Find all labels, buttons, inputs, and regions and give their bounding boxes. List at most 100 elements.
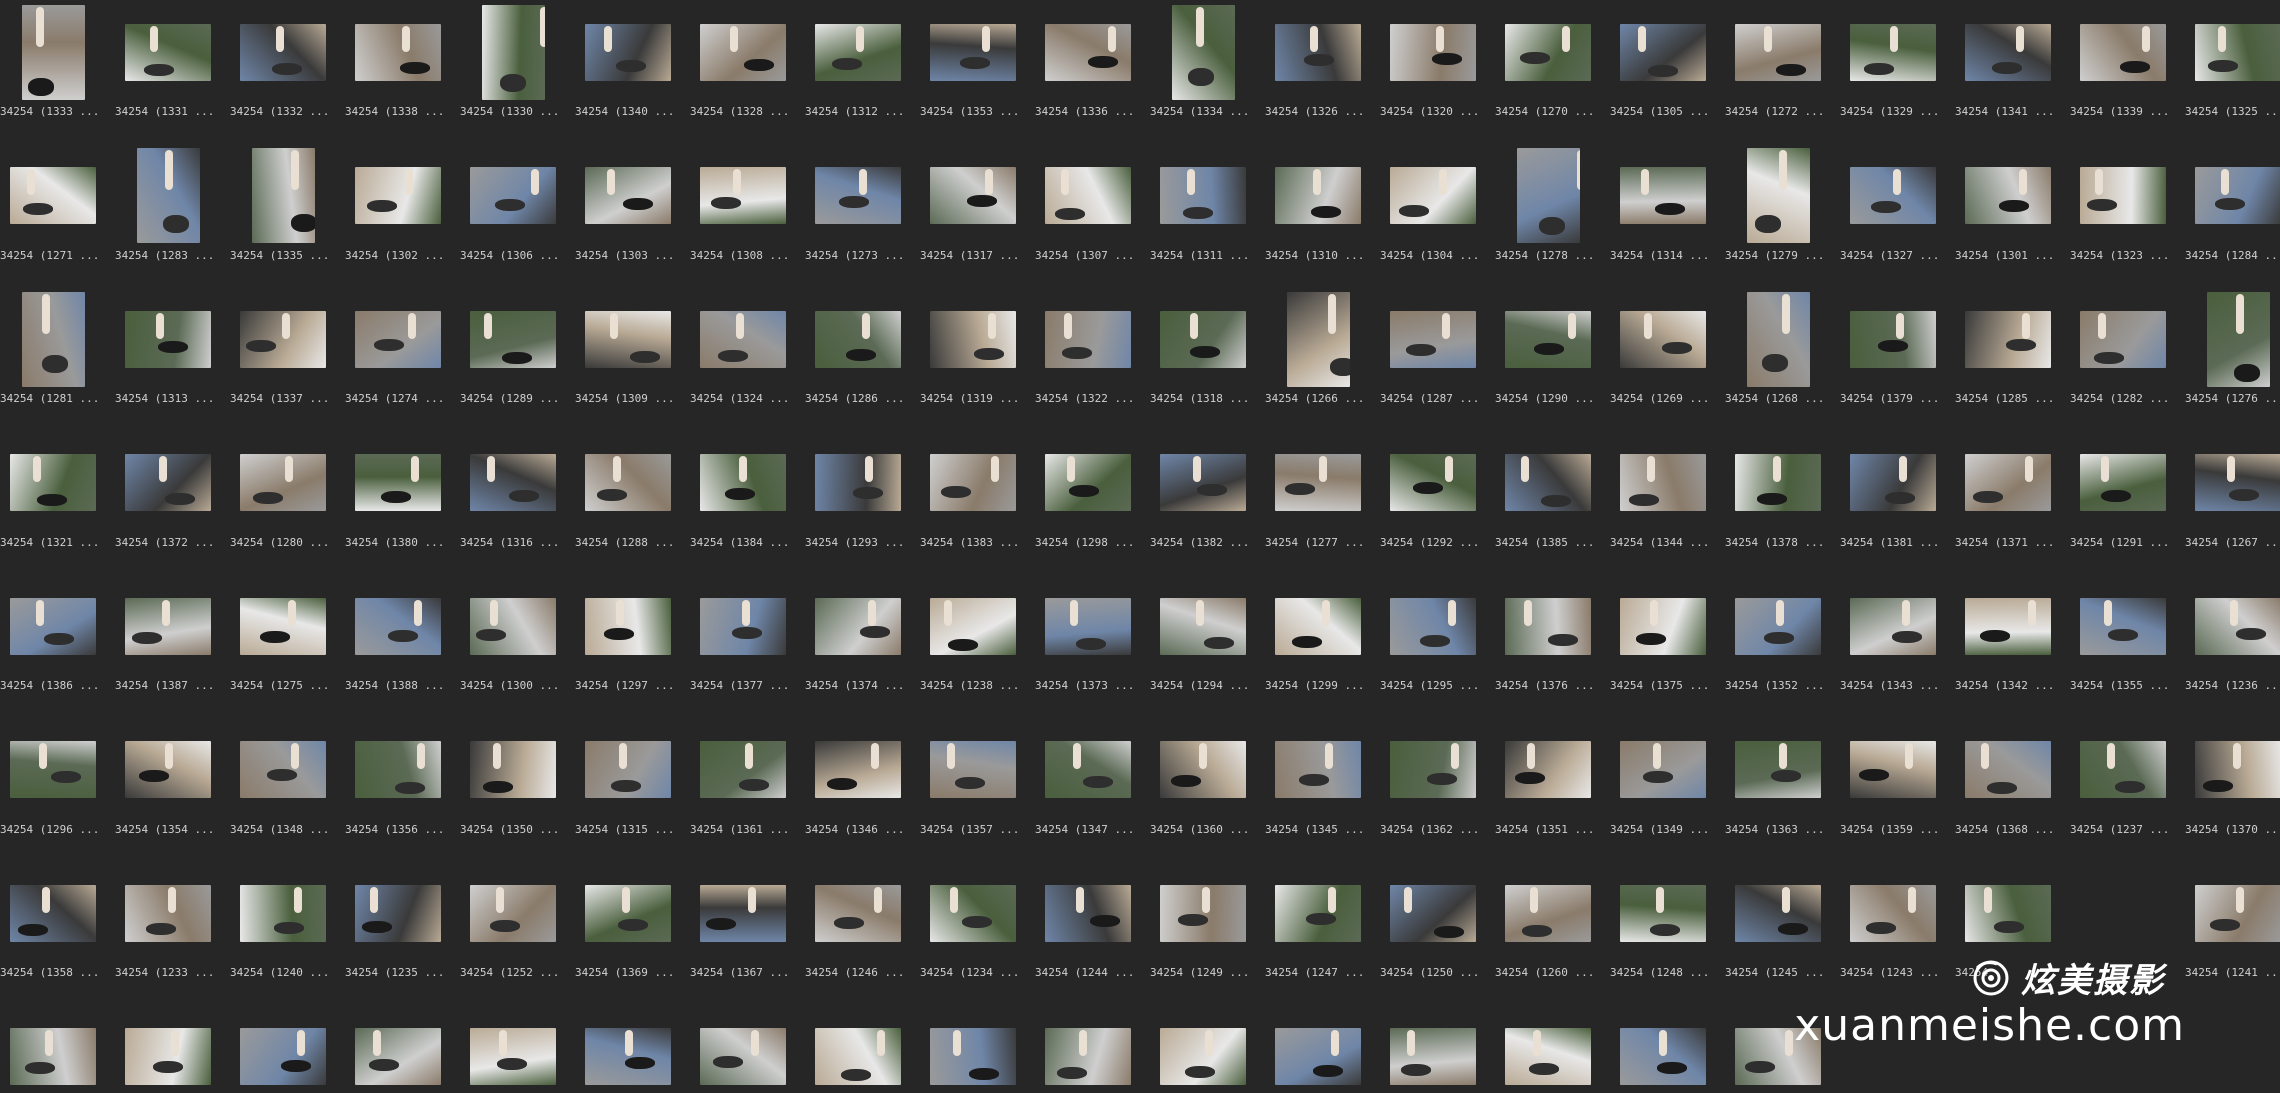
thumbnail-item[interactable] — [1610, 1007, 1716, 1093]
thumbnail-item[interactable]: 34254 (1238 ... — [920, 576, 1026, 706]
thumbnail-item[interactable]: 34254 (1348 ... — [230, 720, 336, 850]
thumbnail-item[interactable] — [1150, 1007, 1256, 1093]
thumbnail-item[interactable]: 34254 (1286 ... — [805, 289, 911, 419]
thumbnail-item[interactable]: 34254 (1385 ... — [1495, 433, 1601, 563]
thumbnail-item[interactable]: 34254 (1234 ... — [920, 863, 1026, 993]
thumbnail-item[interactable]: 34254 (1295 ... — [1380, 576, 1486, 706]
thumbnail-item[interactable]: 34254 (1318 ... — [1150, 289, 1256, 419]
thumbnail-item[interactable]: 34254 (1330 ... — [460, 2, 566, 132]
thumbnail-item[interactable]: 34254 (1249 ... — [1150, 863, 1256, 993]
thumbnail-item[interactable]: 34254 (1302 ... — [345, 146, 451, 276]
thumbnail-item[interactable]: 34254 (1288 ... — [575, 433, 681, 563]
thumbnail-item[interactable]: 34254 (1374 ... — [805, 576, 911, 706]
thumbnail-item[interactable]: 34254 (1266 ... — [1265, 289, 1371, 419]
thumbnail-item[interactable]: 34254 (1325 ... — [2185, 2, 2280, 132]
thumbnail-item[interactable]: 34254 (1235 ... — [345, 863, 451, 993]
thumbnail-item[interactable]: 34254 (1247 ... — [1265, 863, 1371, 993]
thumbnail-item[interactable]: 34254 (1277 ... — [1265, 433, 1371, 563]
thumbnail-item[interactable]: 34254 (1319 ... — [920, 289, 1026, 419]
thumbnail-item[interactable]: 34254 (1344 ... — [1610, 433, 1716, 563]
thumbnail-item[interactable]: 34254 (1386 ... — [0, 576, 106, 706]
thumbnail-item[interactable]: 34254 (1289 ... — [460, 289, 566, 419]
thumbnail-item[interactable]: 34254 (1379 ... — [1840, 289, 1946, 419]
thumbnail-item[interactable]: 34254 (1291 ... — [2070, 433, 2176, 563]
thumbnail-item[interactable]: 34254 (1363 ... — [1725, 720, 1831, 850]
thumbnail-item[interactable]: 34254 (1270 ... — [1495, 2, 1601, 132]
thumbnail-item[interactable]: 34254 (1279 ... — [1725, 146, 1831, 276]
thumbnail-item[interactable]: 34254 (1248 ... — [1610, 863, 1716, 993]
thumbnail-item[interactable]: 34254 (1269 ... — [1610, 289, 1716, 419]
thumbnail-item[interactable]: 34254 — [1955, 863, 2061, 993]
thumbnail-item[interactable] — [2070, 863, 2176, 993]
thumbnail-item[interactable]: 34254 (1245 ... — [1725, 863, 1831, 993]
thumbnail-item[interactable]: 34254 (1298 ... — [1035, 433, 1141, 563]
thumbnail-item[interactable]: 34254 (1339 ... — [2070, 2, 2176, 132]
thumbnail-item[interactable]: 34254 (1301 ... — [1955, 146, 2061, 276]
thumbnail-item[interactable]: 34254 (1338 ... — [345, 2, 451, 132]
thumbnail-item[interactable]: 34254 (1276 ... — [2185, 289, 2280, 419]
thumbnail-item[interactable]: 34254 (1243 ... — [1840, 863, 1946, 993]
thumbnail-item[interactable]: 34254 (1314 ... — [1610, 146, 1716, 276]
thumbnail-item[interactable]: 34254 (1337 ... — [230, 289, 336, 419]
thumbnail-item[interactable]: 34254 (1329 ... — [1840, 2, 1946, 132]
thumbnail-item[interactable]: 34254 (1326 ... — [1265, 2, 1371, 132]
thumbnail-item[interactable]: 34254 (1320 ... — [1380, 2, 1486, 132]
thumbnail-item[interactable]: 34254 (1250 ... — [1380, 863, 1486, 993]
thumbnail-item[interactable]: 34254 (1317 ... — [920, 146, 1026, 276]
thumbnail-item[interactable]: 34254 (1377 ... — [690, 576, 796, 706]
thumbnail-item[interactable]: 34254 (1274 ... — [345, 289, 451, 419]
thumbnail-item[interactable]: 34254 (1312 ... — [805, 2, 911, 132]
thumbnail-item[interactable]: 34254 (1353 ... — [920, 2, 1026, 132]
thumbnail-item[interactable]: 34254 (1290 ... — [1495, 289, 1601, 419]
thumbnail-item[interactable]: 34254 (1293 ... — [805, 433, 911, 563]
thumbnail-item[interactable]: 34254 (1340 ... — [575, 2, 681, 132]
thumbnail-item[interactable]: 34254 (1260 ... — [1495, 863, 1601, 993]
thumbnail-item[interactable]: 34254 (1349 ... — [1610, 720, 1716, 850]
thumbnail-item[interactable] — [115, 1007, 221, 1093]
thumbnail-item[interactable] — [1265, 1007, 1371, 1093]
thumbnail-item[interactable]: 34254 (1252 ... — [460, 863, 566, 993]
thumbnail-item[interactable]: 34254 (1294 ... — [1150, 576, 1256, 706]
thumbnail-item[interactable]: 34254 (1237 ... — [2070, 720, 2176, 850]
thumbnail-item[interactable]: 34254 (1375 ... — [1610, 576, 1716, 706]
thumbnail-item[interactable]: 34254 (1346 ... — [805, 720, 911, 850]
thumbnail-item[interactable]: 34254 (1371 ... — [1955, 433, 2061, 563]
thumbnail-item[interactable]: 34254 (1367 ... — [690, 863, 796, 993]
thumbnail-item[interactable]: 34254 (1381 ... — [1840, 433, 1946, 563]
thumbnail-item[interactable]: 34254 (1272 ... — [1725, 2, 1831, 132]
thumbnail-item[interactable]: 34254 (1357 ... — [920, 720, 1026, 850]
thumbnail-item[interactable]: 34254 (1354 ... — [115, 720, 221, 850]
thumbnail-item[interactable] — [0, 1007, 106, 1093]
thumbnail-item[interactable]: 34254 (1282 ... — [2070, 289, 2176, 419]
thumbnail-item[interactable]: 34254 (1300 ... — [460, 576, 566, 706]
thumbnail-item[interactable]: 34254 (1373 ... — [1035, 576, 1141, 706]
thumbnail-item[interactable]: 34254 (1345 ... — [1265, 720, 1371, 850]
thumbnail-item[interactable]: 34254 (1313 ... — [115, 289, 221, 419]
thumbnail-item[interactable]: 34254 (1271 ... — [0, 146, 106, 276]
thumbnail-item[interactable]: 34254 (1341 ... — [1955, 2, 2061, 132]
thumbnail-item[interactable]: 34254 (1350 ... — [460, 720, 566, 850]
thumbnail-item[interactable]: 34254 (1236 ... — [2185, 576, 2280, 706]
thumbnail-item[interactable]: 34254 (1284 ... — [2185, 146, 2280, 276]
thumbnail-item[interactable]: 34254 (1369 ... — [575, 863, 681, 993]
thumbnail-item[interactable]: 34254 (1273 ... — [805, 146, 911, 276]
thumbnail-item[interactable]: 34254 (1355 ... — [2070, 576, 2176, 706]
thumbnail-item[interactable]: 34254 (1311 ... — [1150, 146, 1256, 276]
thumbnail-item[interactable]: 34254 (1323 ... — [2070, 146, 2176, 276]
thumbnail-item[interactable]: 34254 (1372 ... — [115, 433, 221, 563]
thumbnail-item[interactable]: 34254 (1241 ... — [2185, 863, 2280, 993]
thumbnail-item[interactable]: 34254 (1328 ... — [690, 2, 796, 132]
thumbnail-item[interactable]: 34254 (1351 ... — [1495, 720, 1601, 850]
thumbnail-item[interactable]: 34254 (1332 ... — [230, 2, 336, 132]
thumbnail-item[interactable]: 34254 (1240 ... — [230, 863, 336, 993]
thumbnail-item[interactable]: 34254 (1359 ... — [1840, 720, 1946, 850]
thumbnail-item[interactable]: 34254 (1321 ... — [0, 433, 106, 563]
thumbnail-item[interactable]: 34254 (1387 ... — [115, 576, 221, 706]
thumbnail-item[interactable]: 34254 (1370 ... — [2185, 720, 2280, 850]
thumbnail-item[interactable]: 34254 (1299 ... — [1265, 576, 1371, 706]
thumbnail-item[interactable]: 34254 (1333 ... — [0, 2, 106, 132]
thumbnail-item[interactable]: 34254 (1356 ... — [345, 720, 451, 850]
thumbnail-item[interactable]: 34254 (1335 ... — [230, 146, 336, 276]
thumbnail-item[interactable]: 34254 (1327 ... — [1840, 146, 1946, 276]
thumbnail-item[interactable]: 34254 (1304 ... — [1380, 146, 1486, 276]
